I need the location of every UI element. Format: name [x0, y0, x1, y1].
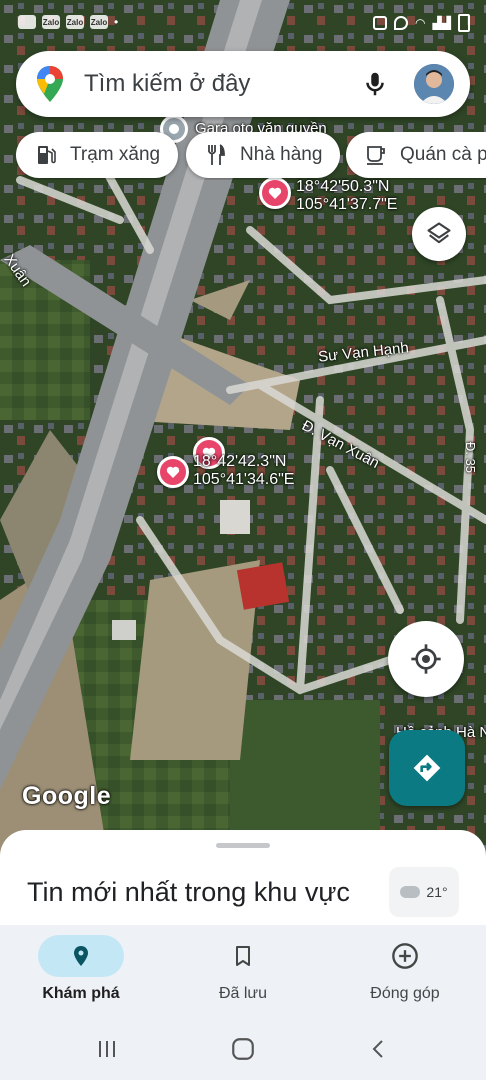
- explore-pin-icon: [74, 946, 88, 966]
- nav-explore-indicator: [38, 935, 124, 977]
- weather-badge[interactable]: 21°: [389, 867, 459, 917]
- google-logo: Google: [22, 782, 112, 810]
- heart-icon: [166, 466, 180, 478]
- temperature: 21°: [426, 884, 448, 900]
- add-circle-icon: [392, 943, 418, 969]
- recent-apps-icon: [99, 1041, 115, 1057]
- home-icon: [232, 1038, 254, 1060]
- nav-explore[interactable]: Khám phá: [16, 935, 146, 1003]
- heart-icon: [268, 187, 282, 199]
- wifi-icon: ◠: [415, 16, 426, 30]
- layers-button[interactable]: [412, 207, 466, 261]
- nav-contribute-indicator: [362, 935, 448, 977]
- sheet-title: Tin mới nhất trong khu vực: [27, 877, 350, 907]
- search-bar[interactable]: Tìm kiếm ở đây: [16, 51, 470, 117]
- nav-label: Khám phá: [42, 985, 120, 1002]
- pin-2-lat: 18°42'42.3"N: [193, 453, 287, 470]
- signal-icon: ▟▟: [432, 16, 451, 30]
- coffee-icon: [367, 146, 385, 165]
- bottom-navigation: Khám phá Đã lưu Đóng góp: [0, 925, 486, 1017]
- directions-button[interactable]: [389, 730, 465, 806]
- chip-restaurant[interactable]: Nhà hàng: [186, 132, 341, 178]
- nav-saved[interactable]: Đã lưu: [178, 935, 308, 1003]
- back-button[interactable]: [364, 1035, 394, 1063]
- alarm-icon: [373, 16, 388, 30]
- road-label-d35: Đ. 35: [463, 441, 479, 474]
- cloud-icon: [400, 886, 421, 898]
- pin-coordinates-1: 18°42'50.3"N 105°41'37.7"E: [296, 178, 397, 214]
- category-chips: Trạm xăng Nhà hàng Quán cà phê: [16, 132, 486, 180]
- recent-apps-button[interactable]: [92, 1035, 122, 1063]
- pin-1-lat: 18°42'50.3"N: [296, 178, 390, 195]
- search-input[interactable]: Tìm kiếm ở đây: [84, 70, 360, 98]
- gallery-icon: [18, 15, 36, 29]
- home-button[interactable]: [228, 1035, 258, 1063]
- chip-coffee[interactable]: Quán cà phê: [346, 132, 486, 178]
- saved-heart-pin[interactable]: [259, 177, 291, 209]
- gas-station-icon: [38, 146, 56, 164]
- status-notifications: Zalo Zalo Zalo •: [18, 15, 118, 29]
- pin-coordinates-2: 18°42'42.3"N 105°41'34.6"E: [193, 453, 294, 489]
- sheet-drag-handle[interactable]: [216, 843, 270, 848]
- status-bar: Zalo Zalo Zalo • ◠ ▟▟: [0, 0, 486, 48]
- saved-heart-pin[interactable]: [157, 456, 189, 488]
- zalo-icon: Zalo: [66, 15, 84, 29]
- nav-contribute[interactable]: Đóng góp: [340, 935, 470, 1003]
- zalo-icon: Zalo: [42, 15, 60, 29]
- pin-2-lng: 105°41'34.6"E: [193, 471, 295, 488]
- chip-label: Trạm xăng: [70, 144, 161, 165]
- chip-gas-station[interactable]: Trạm xăng: [16, 132, 179, 178]
- google-maps-logo-icon: [37, 66, 63, 102]
- my-location-button[interactable]: [388, 621, 464, 697]
- back-chevron-icon: [372, 1040, 383, 1058]
- location-status-icon: [394, 16, 409, 30]
- avatar[interactable]: [414, 64, 454, 104]
- battery-icon: [458, 14, 470, 32]
- system-navigation-bar: [0, 1017, 486, 1080]
- profile-photo-icon: [414, 64, 454, 104]
- layers-icon: [427, 222, 451, 244]
- bottom-sheet[interactable]: Tin mới nhất trong khu vực 21°: [0, 830, 486, 940]
- directions-icon: [413, 754, 441, 782]
- chip-label: Quán cà phê: [400, 144, 486, 165]
- restaurant-icon: [208, 144, 225, 165]
- pin-1-lng: 105°41'37.7"E: [296, 196, 398, 213]
- microphone-icon[interactable]: [360, 69, 390, 99]
- more-dot-icon: •: [114, 15, 119, 29]
- nav-label: Đã lưu: [218, 985, 268, 1002]
- my-location-icon: [411, 644, 441, 674]
- status-indicators: ◠ ▟▟: [373, 14, 470, 32]
- bookmark-icon: [236, 946, 250, 966]
- zalo-icon: Zalo: [90, 15, 108, 29]
- nav-saved-indicator: [200, 935, 286, 977]
- nav-label: Đóng góp: [370, 985, 440, 1002]
- chip-label: Nhà hàng: [240, 144, 323, 165]
